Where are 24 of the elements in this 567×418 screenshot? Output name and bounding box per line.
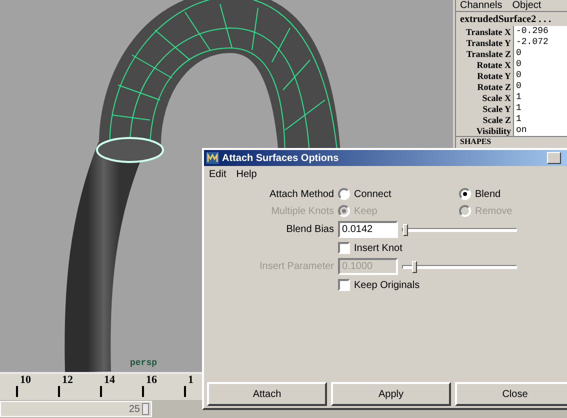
node-name: extrudedSurface2 . . . [459, 13, 552, 26]
field-label: Multiple Knots [270, 206, 334, 216]
field-label: Attach Method [268, 188, 334, 200]
field-label: Insert Parameter [258, 261, 334, 272]
channel-label: Scale X [481, 92, 512, 102]
frame-number: 10 [19, 374, 31, 386]
frame-number: 14 [103, 374, 115, 386]
channel-label: Translate Z [465, 48, 512, 58]
channel-label: Translate Y [465, 38, 512, 48]
section-header: SHAPES [456, 136, 567, 146]
channel-label: Scale Z [482, 114, 512, 124]
channel-label: Rotate X [476, 60, 512, 70]
camera-label: persp [130, 358, 158, 368]
window-title: Attach Surfaces Options [222, 152, 339, 164]
frame-number: 16 [145, 374, 157, 386]
channel-label: Rotate Z [476, 82, 512, 92]
field-label: Blend Bias [285, 224, 334, 235]
channel-label: Scale Y [482, 104, 512, 114]
channel-label: Rotate Y [476, 70, 512, 80]
frame-number: 12 [61, 374, 73, 386]
channel-label: Translate X [464, 26, 512, 36]
range-end: 25 [128, 404, 140, 414]
channel-label: Visibility [475, 126, 512, 136]
frame-number: 1 [187, 374, 194, 386]
